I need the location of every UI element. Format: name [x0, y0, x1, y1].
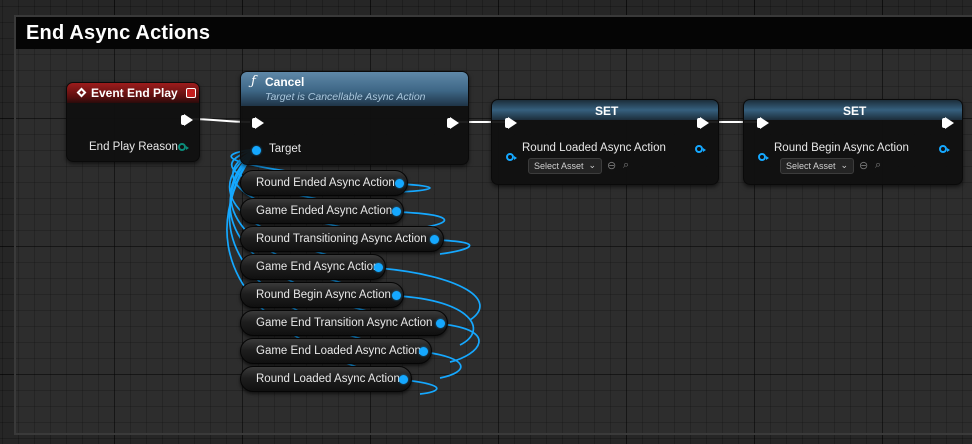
variable-output-pin[interactable]	[374, 263, 383, 272]
variable-get-node[interactable]: Round Transitioning Async Action	[240, 226, 444, 252]
variable-output-pin[interactable]	[399, 375, 408, 384]
comment-box[interactable]	[14, 15, 972, 435]
variable-output-pin[interactable]	[695, 145, 706, 153]
variable-name: Round Ended Async Action	[256, 177, 395, 189]
exec-output-pin[interactable]	[942, 117, 954, 129]
comment-title: End Async Actions	[26, 22, 211, 44]
set-node-title: SET	[843, 104, 867, 118]
variable-output-pin[interactable]	[419, 347, 428, 356]
end-play-reason-label: End Play Reason	[89, 141, 178, 153]
variable-output-pin[interactable]	[430, 235, 439, 244]
cancel-node-title: Cancel	[265, 75, 305, 89]
select-asset-dropdown[interactable]: Select Asset ⌄	[780, 158, 854, 174]
comment-header[interactable]: End Async Actions	[16, 17, 972, 49]
set-variable-label: Round Begin Async Action	[774, 142, 909, 154]
chevron-down-icon: ⌄	[840, 160, 848, 170]
variable-output-pin[interactable]	[436, 319, 445, 328]
exec-output-pin[interactable]	[181, 114, 193, 126]
set-variable-label: Round Loaded Async Action	[522, 142, 666, 154]
variable-output-pin[interactable]	[392, 207, 401, 216]
set-node-title: SET	[595, 104, 619, 118]
select-asset-label: Select Asset	[534, 161, 584, 171]
variable-get-node[interactable]: Game Ended Async Action	[240, 198, 404, 224]
variable-output-pin[interactable]	[939, 145, 950, 153]
chevron-down-icon: ⌄	[588, 160, 596, 170]
event-end-play-node[interactable]: Event End Play End Play Reason	[66, 82, 200, 162]
select-asset-dropdown[interactable]: Select Asset ⌄	[528, 158, 602, 174]
exec-output-pin[interactable]	[447, 117, 459, 129]
variable-get-node[interactable]: Round Loaded Async Action	[240, 366, 412, 392]
event-node-title: Event End Play	[91, 86, 178, 100]
browse-arrow-icon[interactable]: ⊖	[859, 160, 868, 172]
set-node-round-loaded[interactable]: SET Round Loaded Async Action Select Ass…	[491, 99, 719, 185]
variable-name: Round Loaded Async Action	[256, 373, 400, 385]
exec-input-pin[interactable]	[757, 117, 769, 129]
variable-name: Game End Async Action	[256, 261, 380, 273]
variable-output-pin[interactable]	[395, 179, 404, 188]
function-icon: ƒ	[251, 74, 256, 89]
variable-output-pin[interactable]	[392, 291, 401, 300]
variable-name: Round Transitioning Async Action	[256, 233, 427, 245]
variable-get-node[interactable]: Game End Transition Async Action	[240, 310, 448, 336]
variable-name: Game End Loaded Async Action	[256, 345, 421, 357]
exec-output-pin[interactable]	[697, 117, 709, 129]
variable-get-node[interactable]: Game End Async Action	[240, 254, 386, 280]
target-input-pin[interactable]	[252, 146, 261, 155]
exec-input-pin[interactable]	[505, 117, 517, 129]
stop-icon	[186, 88, 196, 98]
cancel-function-node[interactable]: ƒ Cancel Target is Cancellable Async Act…	[240, 71, 469, 165]
variable-input-pin[interactable]	[506, 153, 517, 161]
cancel-node-subtitle: Target is Cancellable Async Action	[265, 91, 426, 103]
select-asset-label: Select Asset	[786, 161, 836, 171]
variable-get-node[interactable]: Game End Loaded Async Action	[240, 338, 432, 364]
browse-arrow-icon[interactable]: ⊖	[607, 160, 616, 172]
end-play-reason-pin[interactable]	[178, 143, 189, 151]
search-icon[interactable]: ⌕	[623, 159, 629, 171]
exec-input-pin[interactable]	[252, 117, 264, 129]
variable-get-node[interactable]: Round Ended Async Action	[240, 170, 408, 196]
variable-name: Game End Transition Async Action	[256, 317, 433, 329]
target-label: Target	[269, 143, 301, 155]
variable-name: Game Ended Async Action	[256, 205, 393, 217]
set-node-round-begin[interactable]: SET Round Begin Async Action Select Asse…	[743, 99, 963, 185]
variable-name: Round Begin Async Action	[256, 289, 391, 301]
search-icon[interactable]: ⌕	[875, 159, 881, 171]
variable-input-pin[interactable]	[758, 153, 769, 161]
variable-get-node[interactable]: Round Begin Async Action	[240, 282, 404, 308]
